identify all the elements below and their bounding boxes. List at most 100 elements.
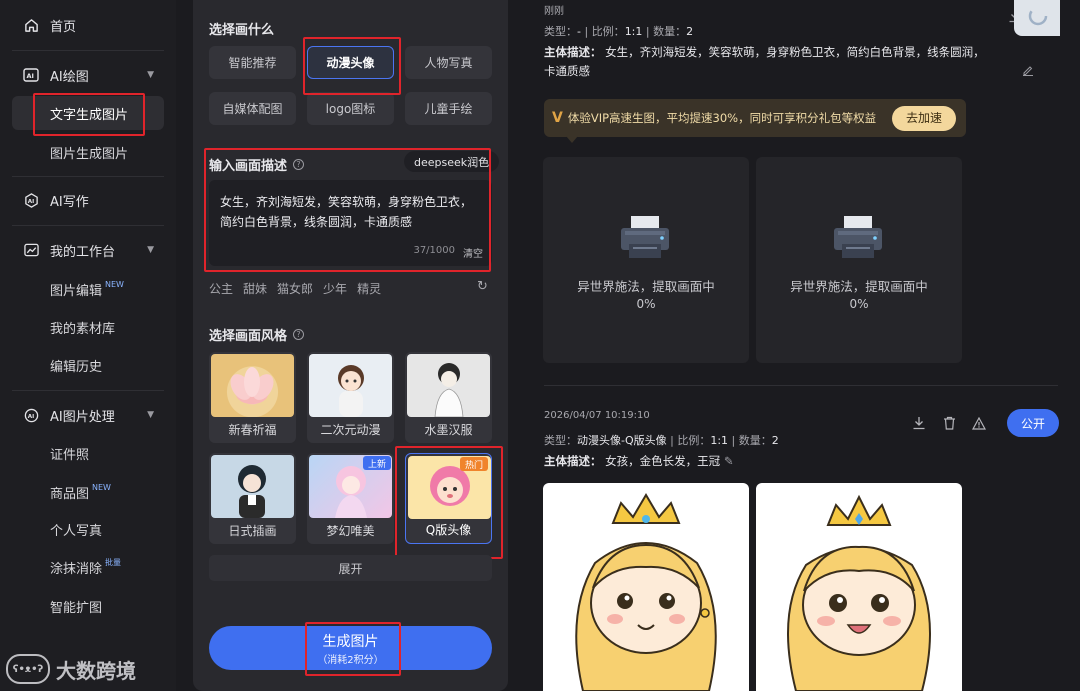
delete-icon[interactable] [940,414,958,432]
new-badge: NEW [92,482,111,492]
quick-tag[interactable]: 公主 [209,280,233,297]
result-image[interactable] [543,483,749,691]
vip-banner: V 体验VIP高速生图，平均提速30%，同时可享积分礼包等权益 去加速 [544,99,966,137]
style-card-japanese[interactable]: 日式插画 [209,453,296,544]
expand-button[interactable]: 展开 [209,555,492,581]
subject-value: 女生，齐刘海短发，笑容软萌，身穿粉色卫衣，简约白色背景，线条圆润， [605,45,985,59]
section-title-text: 选择画面风格 [209,329,288,344]
sidebar-item-label: 证件照 [50,447,90,463]
sidebar-item-image-edit[interactable]: 图片编辑 NEW [0,272,176,306]
deepseek-polish-button[interactable]: deepseek润色 [404,151,500,172]
style-thumbnail [309,354,392,417]
public-label: 公开 [1020,416,1045,431]
generate-button[interactable]: 生成图片 （消耗2积分） [209,626,492,670]
type-button-anime-avatar[interactable]: 动漫头像 [307,46,394,79]
speed-up-label: 去加速 [905,111,942,125]
edit-icon[interactable] [1022,61,1034,80]
download-icon[interactable] [910,414,928,432]
style-card-dreamy[interactable]: 上新 梦幻唯美 [307,453,394,544]
type-label: 类型： [544,25,577,38]
caret-down-icon: ▼ [147,410,154,420]
sidebar-item-text-to-image[interactable]: 文字生成图片 [12,96,164,130]
watermark: ʕ•ᴥ•ʔ 大数跨境 [6,654,136,684]
sidebar-item-id-photo[interactable]: 证件照 [0,436,176,470]
type-label: 人物写真 [424,56,473,70]
result-image[interactable] [756,483,962,691]
report-icon[interactable] [970,414,988,432]
type-button-logo[interactable]: logo图标 [307,92,394,125]
edit-icon[interactable]: ✎ [724,454,734,468]
sidebar-item-smart-expand[interactable]: 智能扩图 [0,589,176,623]
style-name: 水墨汉服 [424,423,473,437]
quick-tag[interactable]: 甜妹 [243,280,267,297]
sidebar-item-image-to-image[interactable]: 图片生成图片 [0,135,176,169]
type-label: 智能推荐 [228,56,277,70]
floating-widget[interactable] [1014,0,1060,36]
hot-badge: 热门 [459,457,488,471]
task-subject-cont: 卡通质感 [544,63,590,79]
count-value: 2 [686,25,694,38]
sidebar-item-ai-draw[interactable]: AI AI绘图 ▼ [0,58,176,92]
style-card-anime[interactable]: 二次元动漫 [307,352,394,443]
style-card-ink[interactable]: 水墨汉服 [405,352,492,443]
progress-percent: 0% [636,297,656,311]
sidebar-item-label: 编辑历史 [50,359,103,375]
expand-label: 展开 [338,561,363,576]
description-textarea[interactable]: 女生，齐刘海短发，笑容软萌，身穿粉色卫衣，简约白色背景，线条圆润，卡通质感 37… [209,180,492,266]
printer-icon [621,216,669,258]
sidebar-item-label: 我的工作台 [50,244,116,260]
quick-tag[interactable]: 精灵 [357,280,381,297]
sidebar-item-product-image[interactable]: 商品图 NEW [0,475,176,509]
style-card-q-avatar[interactable]: 热门 Q版头像 [405,453,492,544]
help-icon[interactable]: ? [293,159,305,170]
sidebar-item-label: AI图片处理 [50,409,115,425]
quick-tag[interactable]: 少年 [323,280,347,297]
vip-text: 体验VIP高速生图，平均提速30%，同时可享积分礼包等权益 [567,110,877,125]
clear-button[interactable]: 清空 [463,245,483,260]
subject-value-cont: 卡通质感 [544,64,590,78]
sidebar-item-label: AI写作 [50,194,89,210]
style-name: 二次元动漫 [320,423,381,437]
section-title-text: 输入画面描述 [209,159,288,174]
ai-image-icon: AI [23,67,39,83]
style-name: 梦幻唯美 [326,524,375,538]
type-value: - [577,25,581,38]
help-icon[interactable]: ? [293,329,305,340]
type-button-media[interactable]: 自媒体配图 [209,92,296,125]
sidebar-item-ai-writing[interactable]: AI AI写作 [0,183,176,217]
description-text: 女生，齐刘海短发，笑容软萌，身穿粉色卫衣，简约白色背景，线条圆润，卡通质感 [220,195,473,229]
sidebar-item-edit-history[interactable]: 编辑历史 [0,348,176,382]
section-title-desc: 输入画面描述 ? [209,155,305,174]
type-button-kids[interactable]: 儿童手绘 [405,92,492,125]
new-badge: 上新 [362,456,391,470]
sidebar-item-workspace[interactable]: 我的工作台 ▼ [0,233,176,267]
result-image-art [575,493,717,691]
section-title-text: 选择画什么 [209,23,275,38]
sidebar-item-label: 图片生成图片 [50,146,129,162]
subject-label: 主体描述： [544,45,602,59]
public-button[interactable]: 公开 [1007,409,1059,437]
style-card-spring[interactable]: 新春祈福 [209,352,296,443]
type-button-portrait[interactable]: 人物写真 [405,46,492,79]
task-time: 刚刚 [544,6,564,17]
svg-text:AI: AI [27,198,33,204]
sidebar-item-home[interactable]: 首页 [0,8,176,42]
sidebar-item-erase[interactable]: 涂抹消除 批量 [0,550,176,584]
result-image-art [787,494,931,691]
refresh-icon[interactable]: ↻ [477,279,488,294]
ai-palette-icon: AI [23,407,39,423]
sidebar-item-ai-image-processing[interactable]: AI AI图片处理 ▼ [0,398,176,432]
speed-up-button[interactable]: 去加速 [892,106,956,131]
sidebar-item-portrait[interactable]: 个人写真 [0,512,176,546]
sidebar-item-label: 首页 [50,19,77,35]
task-subject: 主体描述： 女生，齐刘海短发，笑容软萌，身穿粉色卫衣，简约白色背景，线条圆润， [544,44,985,60]
generate-label: 生成图片 [322,633,379,650]
sidebar-item-materials[interactable]: 我的素材库 [0,310,176,344]
style-thumbnail [211,354,294,417]
quick-tags: 公主 甜妹 猫女郎 少年 精灵 [209,280,381,297]
style-name: 新春祈福 [228,423,277,437]
type-button-smart[interactable]: 智能推荐 [209,46,296,79]
divider [544,385,1058,386]
generate-cost: （消耗2积分） [317,654,384,666]
quick-tag[interactable]: 猫女郎 [277,280,313,297]
